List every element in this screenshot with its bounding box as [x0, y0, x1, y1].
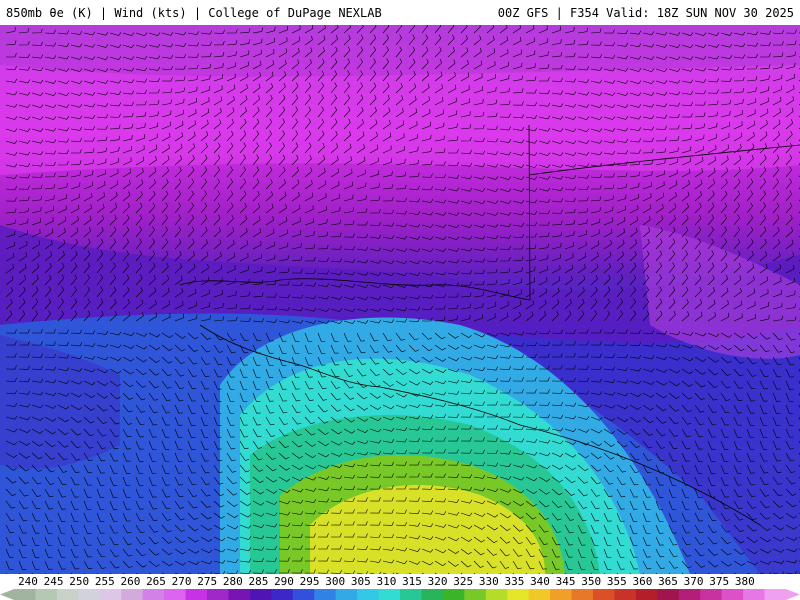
legend-tick-label: 365 — [658, 575, 678, 588]
legend-swatch — [614, 589, 637, 600]
legend-swatch — [14, 589, 36, 600]
legend-tick-label: 380 — [734, 575, 755, 588]
legend-swatch — [400, 589, 422, 600]
legend-swatch — [678, 589, 701, 600]
legend-tick-label: 335 — [504, 575, 525, 588]
legend-swatch — [507, 589, 530, 600]
legend-swatch — [721, 589, 744, 600]
legend-swatch — [164, 589, 187, 600]
legend-left-arrow — [0, 589, 14, 600]
legend-color-bar — [0, 589, 800, 600]
legend-swatch — [185, 589, 208, 600]
legend-swatch — [314, 589, 337, 600]
legend-swatch — [35, 589, 58, 600]
legend-swatch — [335, 589, 358, 600]
legend-right-arrow — [786, 589, 800, 600]
legend-swatch — [228, 589, 251, 600]
valid-time: 00Z GFS | F354 Valid: 18Z SUN NOV 30 202… — [497, 6, 794, 20]
legend-swatch — [121, 589, 144, 600]
color-scale-legend: 240 245 250 255 260 265 270 275 280 285 290 295 300 3… — [0, 574, 800, 600]
legend-swatch — [56, 589, 79, 600]
legend-swatch — [78, 589, 101, 600]
legend-swatch — [442, 589, 465, 600]
legend-tick-label: 280 — [222, 575, 243, 588]
legend-tick-label: 285 — [248, 575, 269, 588]
legend-swatch — [743, 589, 766, 600]
legend-tick-label: 345 — [555, 575, 576, 588]
legend-tick-label: 330 — [478, 575, 499, 588]
legend-tick-label: 245 — [43, 575, 64, 588]
legend-swatch — [292, 589, 315, 600]
legend-tick-label: 320 — [427, 575, 448, 588]
legend-tick-label: 295 — [299, 575, 320, 588]
legend-tick-label: 240 — [18, 575, 38, 588]
legend-swatch — [249, 589, 272, 600]
legend-tick-label: 360 — [632, 575, 653, 588]
legend-swatch — [528, 589, 551, 600]
legend-tick-label: 355 — [606, 575, 627, 588]
legend-swatch — [700, 589, 723, 600]
legend-swatch — [142, 589, 165, 600]
product-title: 850mb θe (K) | Wind (kts) | College of D… — [6, 6, 382, 20]
legend-tick-label: 300 — [325, 575, 346, 588]
legend-tick-label: 340 — [530, 575, 550, 588]
legend-swatch — [593, 589, 615, 600]
legend-tick-label: 290 — [274, 575, 294, 588]
legend-tick-label: 375 — [709, 575, 730, 588]
legend-swatch — [421, 589, 444, 600]
legend-tick-label: 260 — [120, 575, 141, 588]
legend-swatch — [635, 589, 658, 600]
legend-swatch — [550, 589, 573, 600]
legend-tick-label: 325 — [453, 575, 474, 588]
legend-swatch — [464, 589, 487, 600]
legend-swatch — [571, 589, 594, 600]
legend-swatch — [764, 589, 787, 600]
legend-swatch — [657, 589, 680, 600]
legend-tick-label: 255 — [94, 575, 115, 588]
weather-map — [0, 25, 800, 574]
legend-tick-label: 315 — [402, 575, 422, 588]
legend-tick-label: 350 — [581, 575, 602, 588]
legend-tick-label: 305 — [350, 575, 371, 588]
legend-tick-labels: 240 245 250 255 260 265 270 275 280 285 290 295 300 3… — [0, 574, 800, 588]
legend-tick-label: 370 — [683, 575, 704, 588]
legend-swatch — [99, 589, 122, 600]
legend-swatch — [485, 589, 508, 600]
legend-tick-label: 270 — [171, 575, 192, 588]
legend-swatch — [207, 589, 229, 600]
legend-tick-label: 265 — [146, 575, 166, 588]
legend-tick-label: 275 — [197, 575, 218, 588]
title-bar: 850mb θe (K) | Wind (kts) | College of D… — [0, 0, 800, 25]
legend-swatch — [271, 589, 294, 600]
legend-swatch — [357, 589, 380, 600]
legend-swatch — [378, 589, 401, 600]
legend-tick-label: 250 — [69, 575, 90, 588]
legend-tick-label: 310 — [376, 575, 397, 588]
